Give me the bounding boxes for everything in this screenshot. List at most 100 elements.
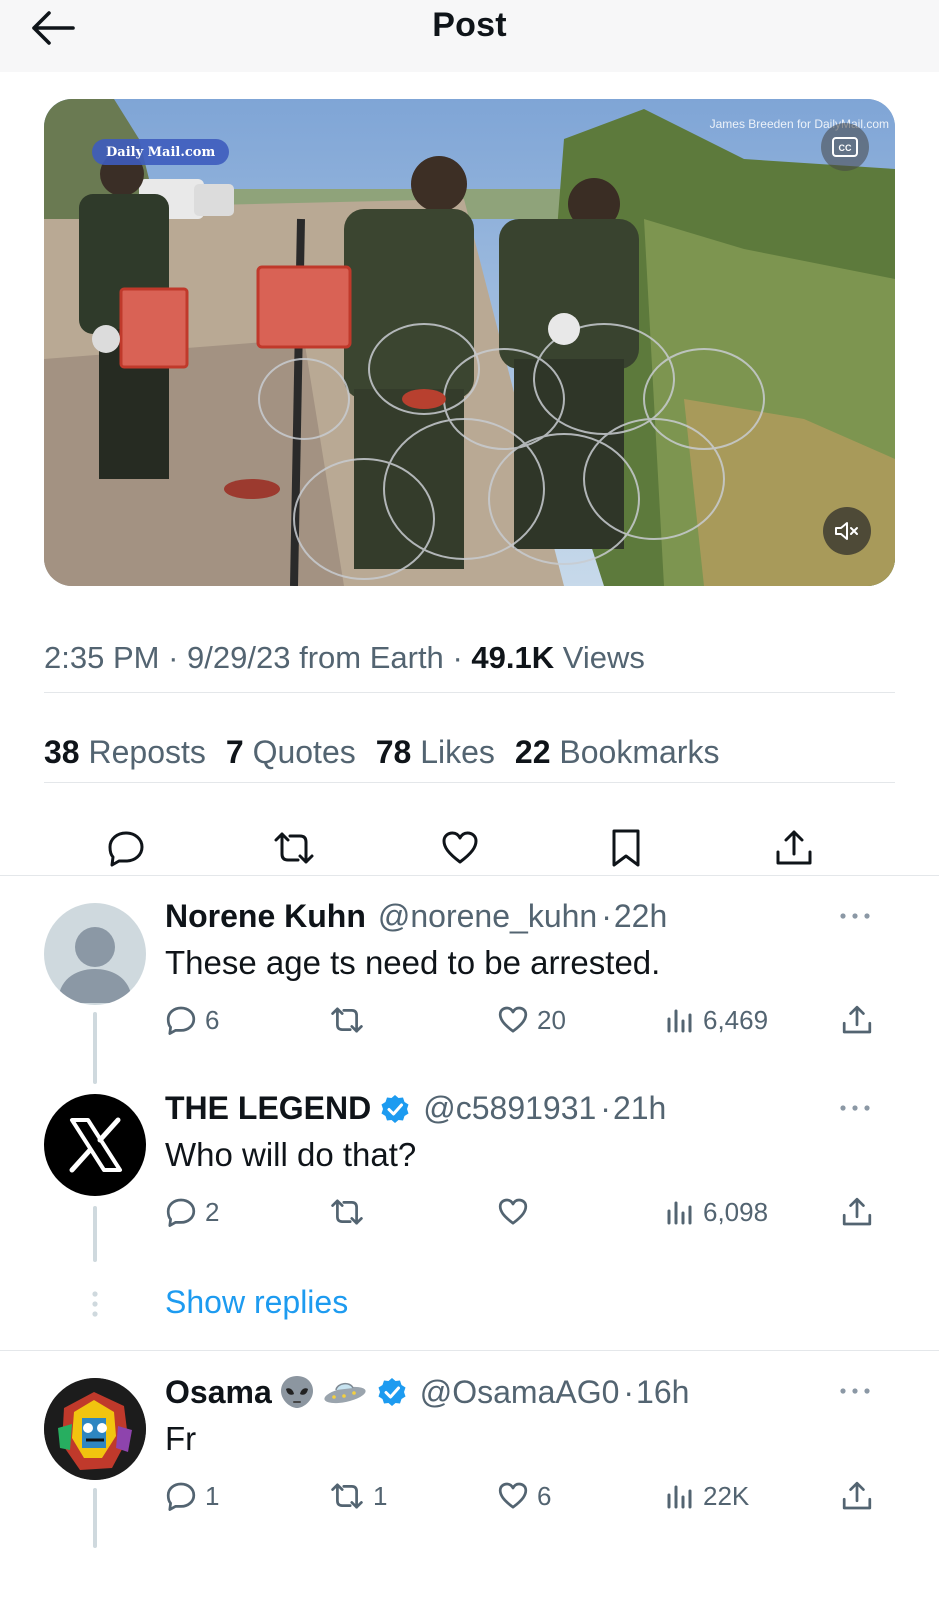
reply-icon [108,831,144,867]
reply-views-button[interactable]: 22K [665,1476,749,1516]
analytics-icon [667,1485,692,1509]
reply-repost-button[interactable]: 1 [329,1476,387,1516]
reply-author-handle[interactable]: @norene_kuhn [378,898,597,935]
more-icon [840,1388,870,1394]
reply-reply-button[interactable]: 1 [165,1476,219,1516]
heart-icon [442,831,478,864]
reply-time: 16h [636,1373,690,1410]
analytics-icon [667,1009,692,1033]
reply-text: Who will do that? [165,1136,417,1173]
repost-button[interactable] [268,822,320,874]
reply-share-button[interactable] [841,1000,873,1040]
flying-saucer-emoji-icon [322,1375,368,1409]
repost-icon [331,1483,363,1509]
bookmark-icon [612,829,640,867]
divider [44,692,895,693]
post-time: 2:35 PM [44,640,160,675]
verified-badge-icon [376,1376,408,1408]
reply-like-button[interactable]: 20 [497,1000,566,1040]
reply-icon [166,1006,196,1035]
views-label: Views [562,640,645,675]
reply-like-button[interactable] [497,1192,529,1232]
mute-button[interactable] [823,507,871,555]
likes-stat[interactable]: 78 Likes [376,734,495,771]
engagement-stats: 38 Reposts 7 Quotes 78 Likes 22 Bookmark… [44,734,739,771]
post-date: 9/29/23 [187,640,291,675]
reply-repost-button[interactable] [329,1000,365,1040]
reply-icon [166,1482,196,1511]
avatar[interactable] [44,903,146,1005]
captions-button[interactable]: CC [821,123,869,171]
reply-author-name[interactable]: Norene Kuhn [165,898,366,935]
meta-separator: · [452,640,463,675]
share-button[interactable] [768,822,820,874]
photo-credit: James Breeden for DailyMail.com [709,117,889,131]
thread-line [93,1012,97,1084]
top-bar: Post [0,0,939,72]
reply-text: These age ts need to be arrested. [165,944,661,981]
post-meta: 2:35 PM · 9/29/23 from Earth · 49.1K Vie… [44,640,645,676]
verified-badge-icon [379,1093,411,1125]
show-replies-link[interactable]: Show replies [165,1284,348,1321]
bookmark-button[interactable] [600,822,652,874]
reply-time: 22h [613,898,668,934]
more-options-button[interactable] [835,1377,875,1405]
repost-icon [274,832,314,864]
reply-author-name[interactable]: Osama [165,1374,272,1411]
reply-author-handle[interactable]: @c5891931 [423,1090,596,1127]
share-icon [776,830,812,865]
post-source: from Earth [299,640,444,675]
reply-share-button[interactable] [841,1192,873,1232]
divider [44,782,895,783]
more-icon [840,913,870,919]
share-icon [842,1005,872,1034]
reply-header: Norene Kuhn @norene_kuhn · 22h [165,898,667,935]
reply-action-bar: 2 6,098 [165,1192,895,1232]
speaker-muted-icon [835,522,858,540]
avatar[interactable] [44,1094,146,1196]
reply-author-name[interactable]: THE LEGEND [165,1090,371,1127]
share-icon [842,1197,872,1226]
quotes-stat[interactable]: 7 Quotes [226,734,356,771]
heart-icon [498,1198,528,1225]
post-video[interactable]: Daily Mail.com James Breeden for DailyMa… [44,99,895,586]
thread-line [93,1206,97,1262]
meta-separator: · [623,1373,635,1410]
reply-like-button[interactable]: 6 [497,1476,551,1516]
views-count: 49.1K [471,640,555,675]
reposts-stat[interactable]: 38 Reposts [44,734,206,771]
more-options-button[interactable] [835,1094,875,1122]
artwork-avatar-icon [44,1378,146,1480]
svg-text:CC: CC [839,143,852,153]
reply-header: THE LEGEND @c5891931 · 21h [165,1090,666,1127]
default-avatar-icon [58,927,132,1003]
meta-separator: · [601,898,612,934]
reply-repost-button[interactable] [329,1192,365,1232]
avatar[interactable] [44,1378,146,1480]
section-divider [0,875,939,876]
like-button[interactable] [434,822,486,874]
video-frame [44,99,895,586]
bookmarks-stat[interactable]: 22 Bookmarks [515,734,720,771]
meta-separator: · [600,1090,611,1126]
reply-button[interactable] [100,822,152,874]
post-action-bar [44,822,895,874]
reply-text: Fr [165,1420,197,1457]
reply-author-handle[interactable]: @OsamaAG0 [420,1374,620,1411]
reply-views-button[interactable]: 6,098 [665,1192,768,1232]
page-title: Post [432,6,507,44]
x-logo-icon [69,1117,122,1173]
reply-icon [166,1198,196,1227]
alien-emoji-icon [278,1373,316,1411]
heart-icon [498,1482,528,1509]
heart-icon [498,1006,528,1033]
reply-views-button[interactable]: 6,469 [665,1000,768,1040]
reply-action-bar: 1 1 6 22K [165,1476,895,1516]
reply-reply-button[interactable]: 6 [165,1000,219,1040]
vertical-dots-icon [89,1290,101,1320]
reply-share-button[interactable] [841,1476,873,1516]
reply-time: 21h [612,1090,667,1126]
more-options-button[interactable] [835,902,875,930]
share-icon [842,1481,872,1510]
reply-reply-button[interactable]: 2 [165,1192,219,1232]
